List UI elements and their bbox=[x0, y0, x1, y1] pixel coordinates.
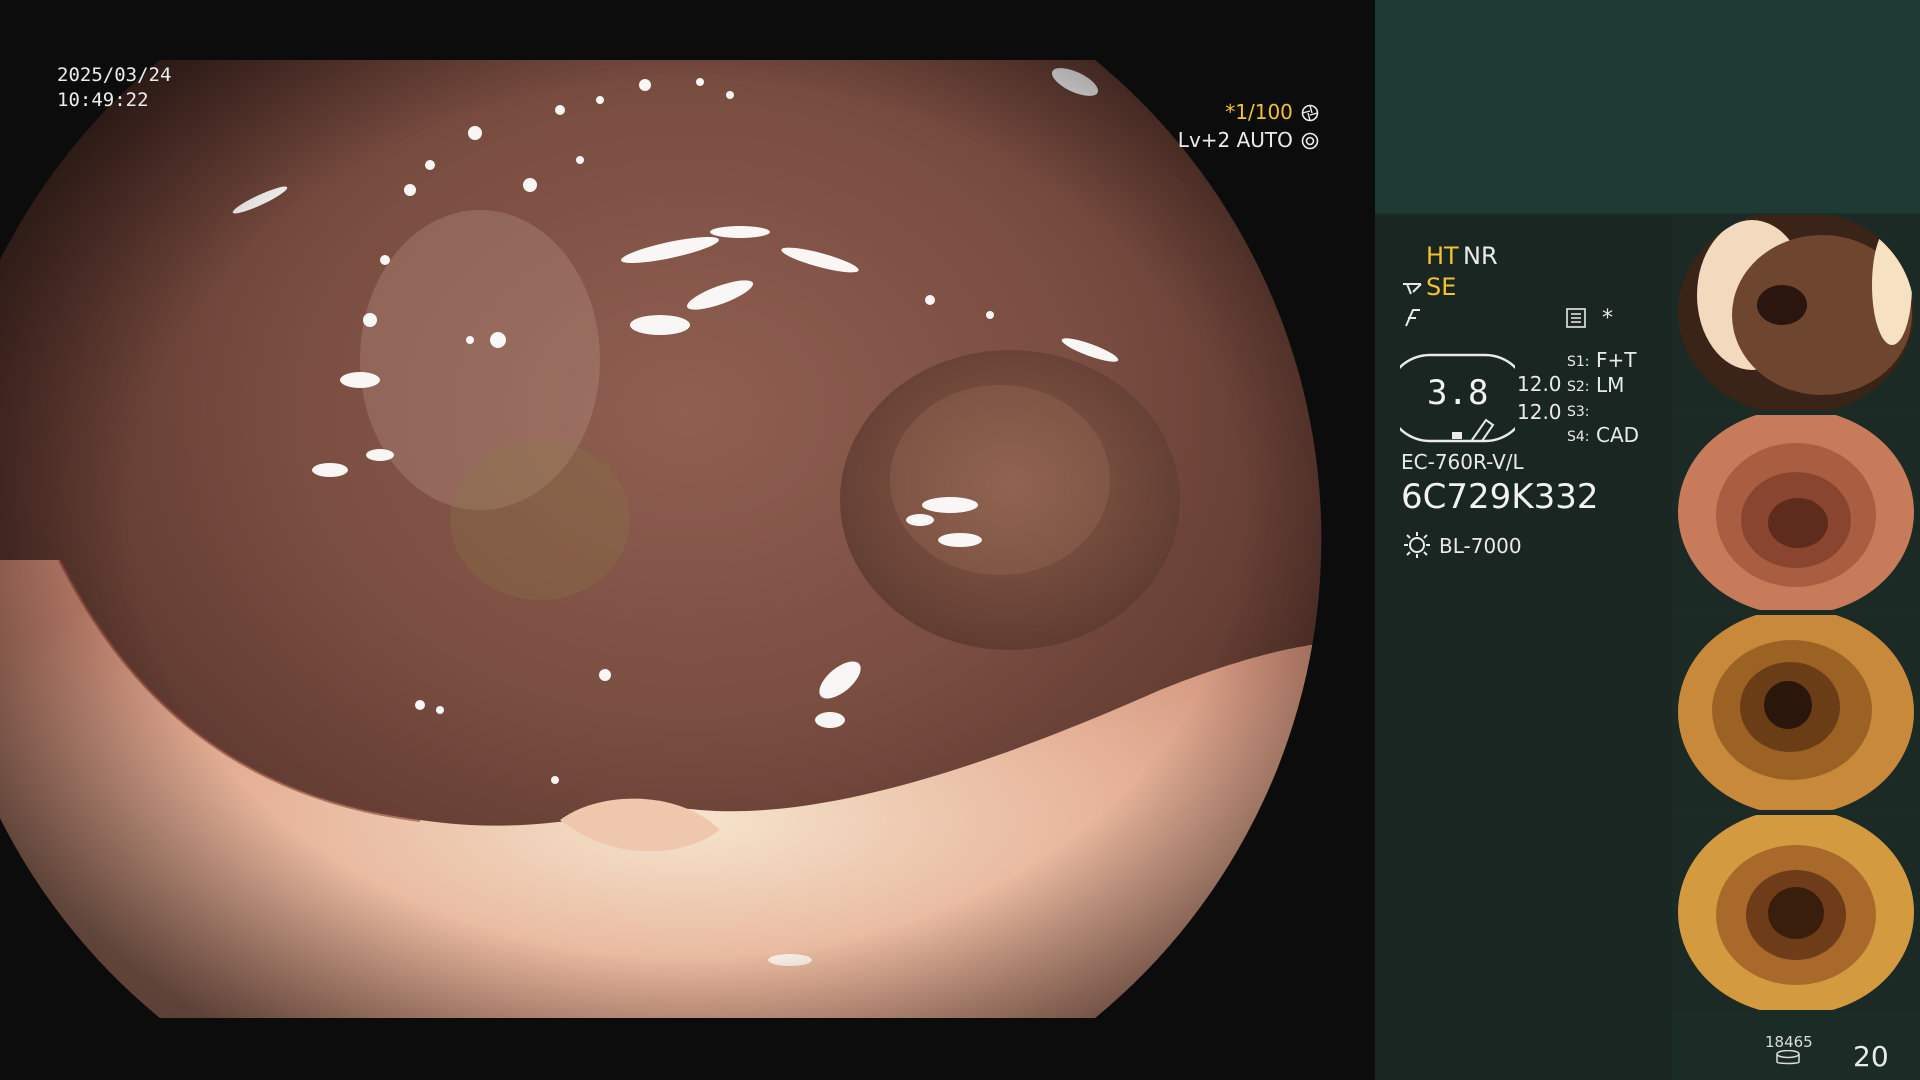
switch-4-key: S4: bbox=[1567, 429, 1590, 445]
captured-images-column bbox=[1672, 215, 1920, 1015]
memo-icon bbox=[1565, 307, 1587, 333]
ht-mode-label: HT bbox=[1426, 242, 1459, 270]
switch-1-key: S1: bbox=[1567, 354, 1590, 370]
setting-value-a: 12.0 bbox=[1517, 372, 1562, 396]
gauge-value: 3.8 bbox=[1427, 373, 1489, 413]
image-count-small: 18465 bbox=[1765, 1033, 1813, 1051]
switch-4-value: CAD bbox=[1596, 423, 1640, 447]
nr-mode-label: NR bbox=[1463, 242, 1498, 270]
level-mode-text: Lv+2 AUTO bbox=[1177, 128, 1293, 152]
aperture-icon bbox=[1301, 104, 1319, 126]
captured-thumbnail[interactable] bbox=[1672, 615, 1920, 810]
switch-2-value: LM bbox=[1596, 373, 1625, 397]
storage-icon bbox=[1775, 1049, 1801, 1070]
marker-asterisk: * bbox=[1602, 306, 1613, 331]
captured-thumbnail[interactable] bbox=[1672, 215, 1920, 410]
scissors-icon bbox=[1401, 278, 1425, 302]
scope-model: EC-760R-V/L bbox=[1401, 450, 1524, 474]
switch-3-key: S3: bbox=[1567, 404, 1590, 420]
switch-1-value: F+T bbox=[1596, 348, 1637, 372]
se-mode-label: SE bbox=[1426, 273, 1457, 301]
brightness-level-indicator: Lv+2 AUTO bbox=[55, 128, 1375, 154]
knife-icon bbox=[1402, 306, 1424, 332]
captured-thumbnail[interactable] bbox=[1672, 415, 1920, 610]
side-info-panel: HT NR SE * 3.8 12.0 12.0 S1: F+T S2: LM … bbox=[1375, 0, 1920, 1080]
endoscope-main-view: 2025/03/24 10:49:22 *1/100 Lv+2 AUTO bbox=[0, 0, 1375, 1080]
settings-column bbox=[1375, 215, 1672, 1080]
endoscopic-image bbox=[0, 60, 1322, 1018]
light-source-label: BL-7000 bbox=[1439, 534, 1522, 558]
light-source-icon bbox=[1402, 530, 1432, 564]
date-display: 2025/03/24 bbox=[57, 64, 172, 86]
setting-value-b: 12.0 bbox=[1517, 400, 1562, 424]
image-count: 20 bbox=[1853, 1040, 1889, 1073]
top-info-box bbox=[1375, 0, 1920, 215]
shutter-speed-text: *1/100 bbox=[1225, 100, 1293, 124]
shutter-indicator: *1/100 bbox=[55, 100, 1375, 126]
switch-2-key: S2: bbox=[1567, 379, 1590, 395]
captured-thumbnail[interactable] bbox=[1672, 815, 1920, 1010]
iris-icon bbox=[1301, 132, 1319, 154]
scope-serial: 6C729K332 bbox=[1401, 477, 1599, 517]
